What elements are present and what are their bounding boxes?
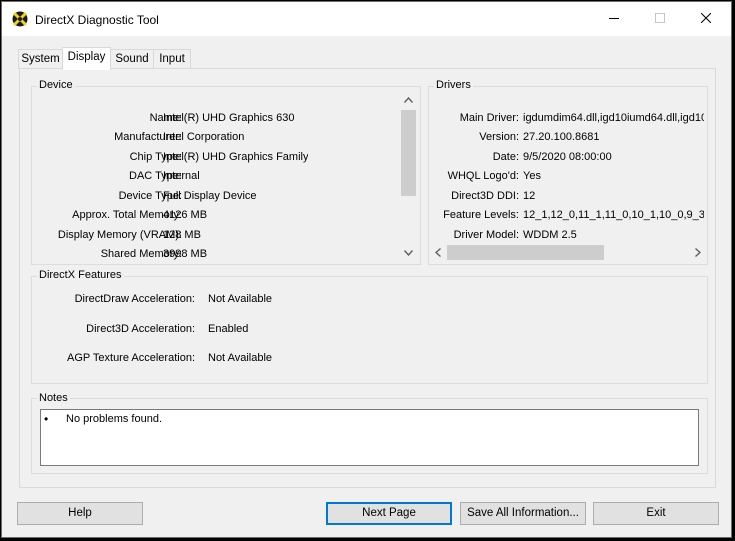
scroll-down-icon[interactable] xyxy=(404,250,413,256)
minimize-icon xyxy=(609,18,619,19)
scroll-right-icon[interactable] xyxy=(695,248,701,257)
driver-label: Feature Levels: xyxy=(443,209,519,221)
device-group-title: Device xyxy=(37,79,75,91)
device-value: 3998 MB xyxy=(163,248,208,260)
help-button[interactable]: Help xyxy=(17,502,143,525)
tab-system[interactable]: System xyxy=(18,49,63,69)
driver-value: 9/5/2020 08:00:00 xyxy=(523,151,612,163)
directx-app-icon xyxy=(12,11,28,27)
driver-label: Direct3D DDI: xyxy=(451,190,519,202)
dxdiag-window: DirectX Diagnostic Tool System Display S… xyxy=(1,1,732,538)
device-value: Internal xyxy=(163,170,200,182)
notes-bullet: • xyxy=(44,412,49,426)
notes-textbox[interactable]: • No problems found. xyxy=(40,409,699,466)
driver-value: Yes xyxy=(523,170,541,182)
drivers-scrollbar-thumb[interactable] xyxy=(447,245,604,260)
driver-value: WDDM 2.5 xyxy=(523,229,577,241)
feature-label: AGP Texture Acceleration: xyxy=(67,352,195,364)
notes-text: No problems found. xyxy=(66,413,162,425)
driver-label: WHQL Logo'd: xyxy=(447,170,519,182)
feature-label: Direct3D Acceleration: xyxy=(86,323,195,335)
minimize-button[interactable] xyxy=(591,2,637,34)
driver-label: Version: xyxy=(479,131,519,143)
driver-value: 12_1,12_0,11_1,11_0,10_1,10_0,9_3 xyxy=(523,209,704,221)
scroll-left-icon[interactable] xyxy=(435,248,441,257)
device-value: 128 MB xyxy=(163,229,201,241)
device-value: Intel(R) UHD Graphics 630 xyxy=(163,112,295,124)
tab-sound[interactable]: Sound xyxy=(110,49,154,69)
driver-label: Date: xyxy=(492,151,519,163)
window-title: DirectX Diagnostic Tool xyxy=(35,13,159,27)
device-scrollbar-thumb[interactable] xyxy=(401,110,416,196)
tab-display[interactable]: Display xyxy=(62,47,111,70)
save-all-information-button[interactable]: Save All Information... xyxy=(460,502,586,525)
feature-label: DirectDraw Acceleration: xyxy=(74,293,195,305)
tab-input[interactable]: Input xyxy=(153,49,191,69)
driver-value: igdumdim64.dll,igd10iumd64.dll,igd10iu xyxy=(523,112,704,124)
feature-value: Enabled xyxy=(208,323,249,335)
driver-label: Main Driver: xyxy=(459,112,519,124)
drivers-group-title: Drivers xyxy=(434,79,473,91)
maximize-button xyxy=(637,2,683,34)
notes-group-title: Notes xyxy=(37,392,70,404)
driver-value: 27.20.100.8681 xyxy=(523,131,600,143)
directx-features-group-title: DirectX Features xyxy=(37,269,124,281)
drivers-horizontal-scrollbar[interactable] xyxy=(430,244,706,261)
device-value: Full Display Device xyxy=(163,190,257,202)
device-value: Intel Corporation xyxy=(163,131,245,143)
close-button[interactable] xyxy=(683,2,729,34)
driver-value: 12 xyxy=(523,190,536,202)
driver-label: Driver Model: xyxy=(453,229,519,241)
device-value: 4126 MB xyxy=(163,209,208,221)
maximize-icon xyxy=(655,13,665,23)
close-icon xyxy=(701,13,711,23)
feature-value: Not Available xyxy=(208,352,273,364)
device-vertical-scrollbar[interactable] xyxy=(400,93,417,261)
title-bar[interactable]: DirectX Diagnostic Tool xyxy=(2,2,731,36)
scroll-up-icon[interactable] xyxy=(404,97,413,103)
next-page-button[interactable]: Next Page xyxy=(326,502,452,525)
feature-value: Not Available xyxy=(208,293,273,305)
device-value: Intel(R) UHD Graphics Family xyxy=(163,151,309,163)
exit-button[interactable]: Exit xyxy=(593,502,719,525)
